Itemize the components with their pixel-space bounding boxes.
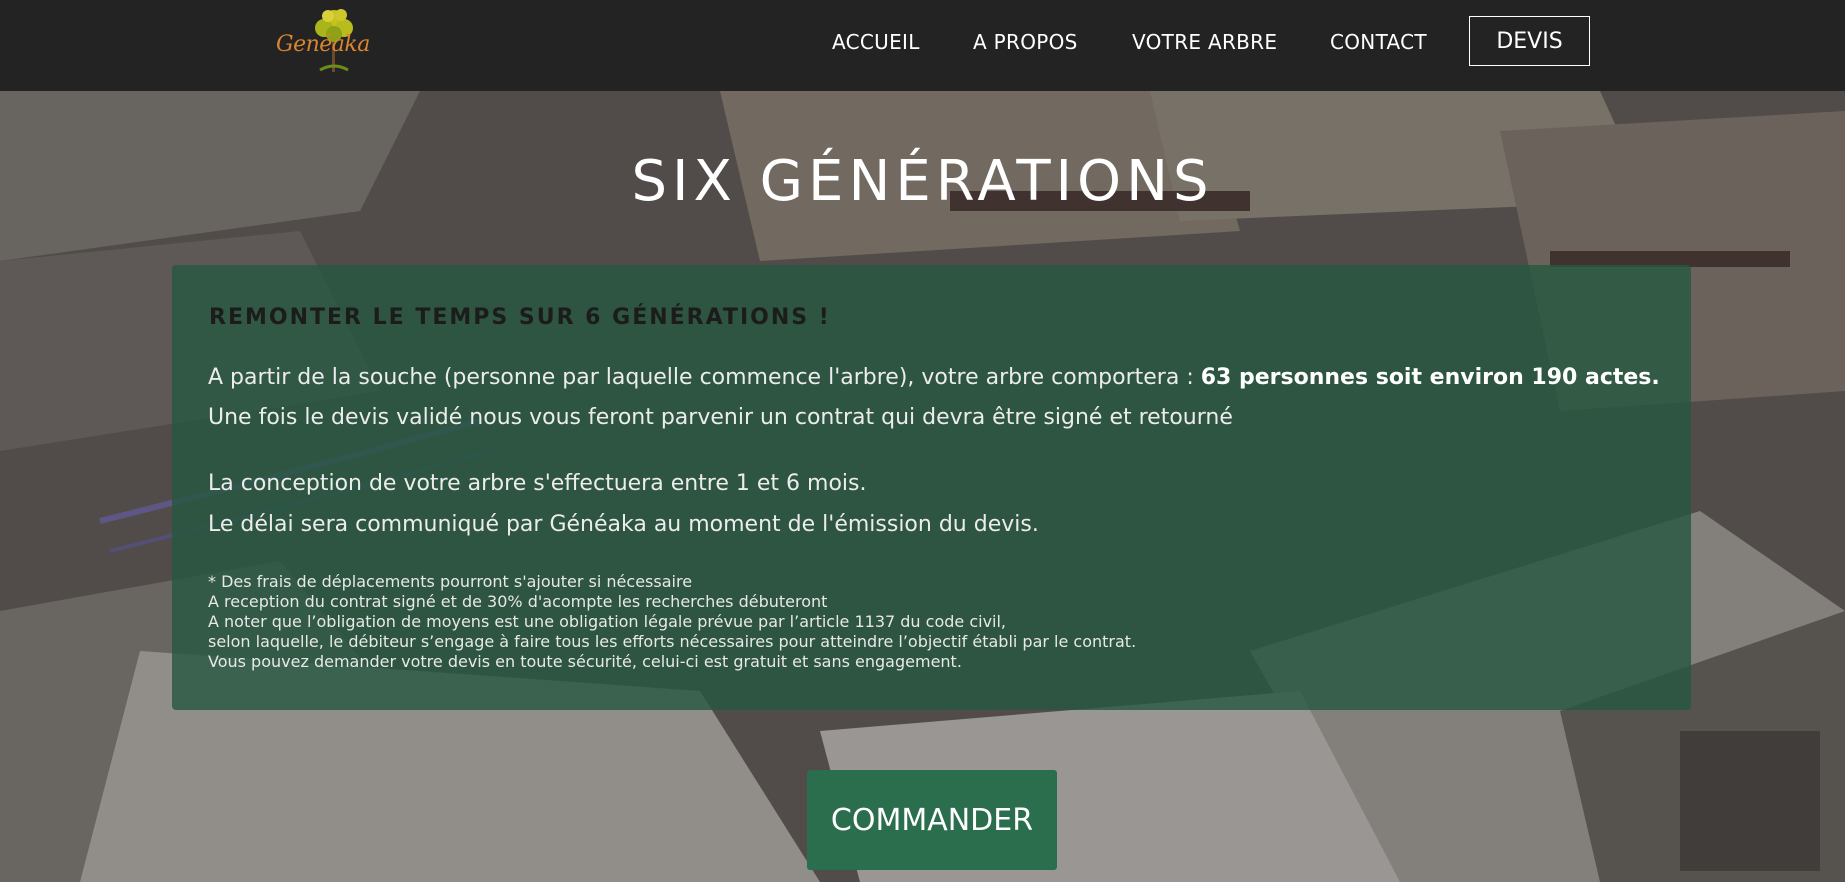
top-navbar: Genéaka ACCUEIL A PROPOS VOTRE ARBRE CON… <box>0 0 1845 91</box>
nav-devis-button[interactable]: DEVIS <box>1469 16 1590 66</box>
note-item: * Des frais de déplacements pourront s'a… <box>208 572 693 591</box>
brand-logo[interactable]: Genéaka <box>272 4 372 76</box>
offer-card: REMONTER LE TEMPS SUR 6 GÉNÉRATIONS ! A … <box>172 265 1691 710</box>
note-item: A reception du contrat signé et de 30% d… <box>208 592 828 611</box>
nav-contact[interactable]: CONTACT <box>1330 30 1427 54</box>
card-line-souche-highlight: 63 personnes soit environ 190 actes. <box>1200 365 1660 390</box>
card-line-souche-text: A partir de la souche (personne par laqu… <box>208 365 1201 390</box>
nav-accueil[interactable]: ACCUEIL <box>832 30 920 54</box>
page-title: SIX GÉNÉRATIONS <box>631 149 1214 214</box>
nav-a-propos[interactable]: A PROPOS <box>973 30 1078 54</box>
nav-votre-arbre[interactable]: VOTRE ARBRE <box>1132 30 1277 54</box>
commander-button[interactable]: COMMANDER <box>807 770 1057 870</box>
card-line-souche: A partir de la souche (personne par laqu… <box>208 365 1660 390</box>
card-line-conception: La conception de votre arbre s'effectuer… <box>208 471 867 496</box>
note-item: Vous pouvez demander votre devis en tout… <box>208 652 962 671</box>
card-line-contrat: Une fois le devis validé nous vous feron… <box>208 405 1233 430</box>
note-item: A noter que l’obligation de moyens est u… <box>208 612 1007 631</box>
note-item: selon laquelle, le débiteur s’engage à f… <box>208 632 1137 651</box>
card-heading: REMONTER LE TEMPS SUR 6 GÉNÉRATIONS ! <box>209 305 831 330</box>
logo-text: Genéaka <box>276 32 370 57</box>
card-line-delai: Le délai sera communiqué par Généaka au … <box>208 512 1039 537</box>
